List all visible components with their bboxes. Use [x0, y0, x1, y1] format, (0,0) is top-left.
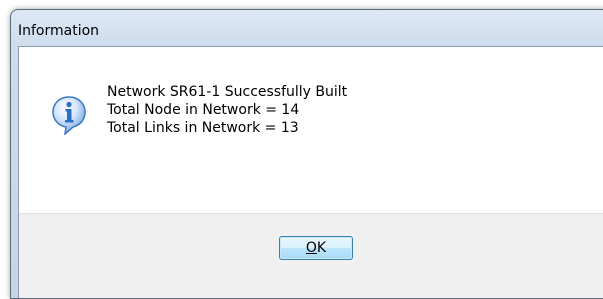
button-bar: OK — [19, 213, 603, 298]
message-area: Network SR61-1 Successfully Built Total … — [19, 47, 603, 213]
message-line-link-count: Total Links in Network = 13 — [107, 120, 299, 136]
dialog-title: Information — [18, 23, 100, 39]
message-line-node-count: Total Node in Network = 14 — [107, 102, 300, 118]
dialog-client-area: Network SR61-1 Successfully Built Total … — [18, 46, 603, 298]
ok-label-rest: K — [316, 240, 327, 256]
message-line-network-built: Network SR61-1 Successfully Built — [107, 84, 348, 100]
message-text: Network SR61-1 Successfully Built Total … — [107, 83, 347, 137]
ok-button[interactable]: OK — [279, 236, 353, 260]
information-icon — [52, 96, 86, 135]
title-bar[interactable]: Information — [11, 10, 603, 46]
information-dialog: Information Network SR61-1 Successfully … — [10, 9, 603, 299]
ok-mnemonic: O — [305, 240, 317, 256]
